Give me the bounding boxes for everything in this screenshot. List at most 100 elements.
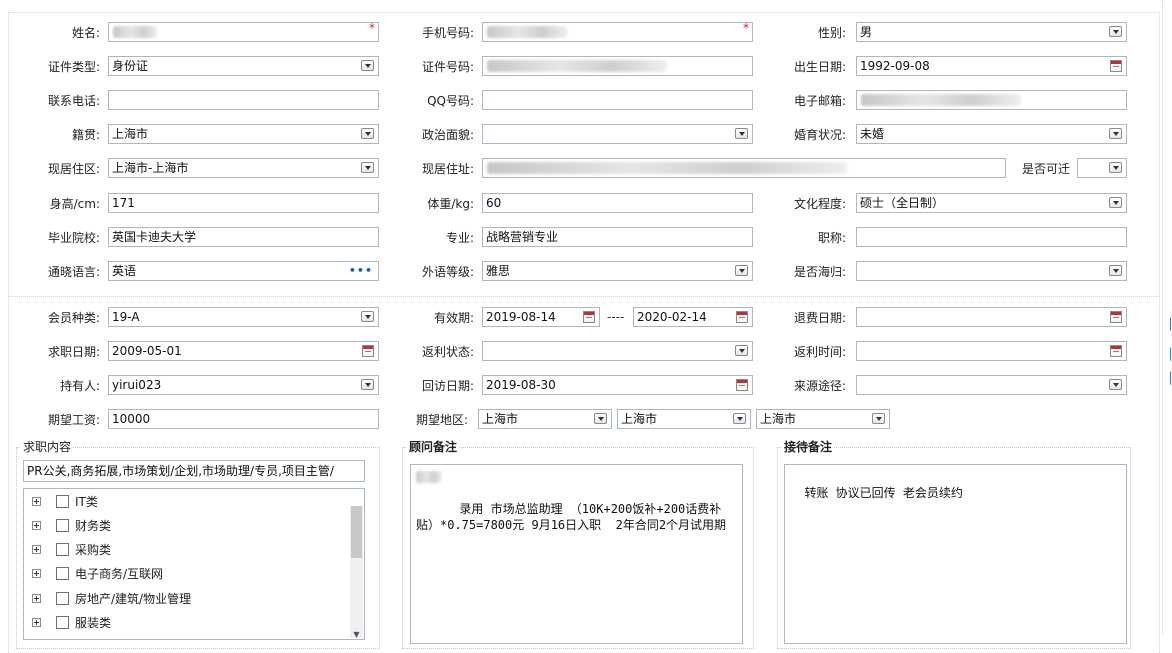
returnee-label: 是否海归: xyxy=(793,265,846,279)
dropdown-arrow-icon[interactable] xyxy=(872,413,885,424)
reception-notes-text: 转账 协议已回传 老会员续约 xyxy=(804,486,963,500)
gender-select[interactable]: 男 xyxy=(856,22,1127,42)
tree-expand-icon[interactable] xyxy=(32,521,41,530)
major-value: 战略营销专业 xyxy=(486,230,559,244)
checkbox-icon[interactable] xyxy=(56,592,69,605)
title-input[interactable] xyxy=(856,227,1127,247)
tree-node-label[interactable]: 房地产/建筑/物业管理 xyxy=(75,589,191,609)
address-input[interactable] xyxy=(482,158,1006,178)
advisor-notes-textarea[interactable]: 录用 市场总监助理 （10K+200饭补+200话费补贴）*0.75=7800元… xyxy=(410,464,743,644)
source-select[interactable] xyxy=(856,375,1127,395)
id-number-input[interactable] xyxy=(482,56,753,76)
calendar-icon[interactable] xyxy=(1110,345,1122,357)
tree-expand-icon[interactable] xyxy=(32,569,41,578)
marital-select[interactable]: 未婚 xyxy=(856,124,1127,144)
title-label: 职称: xyxy=(817,231,846,245)
tree-expand-icon[interactable] xyxy=(32,618,41,627)
scroll-down-arrow-icon[interactable]: ▼ xyxy=(350,629,363,639)
validity-start-input[interactable]: 2019-08-14 xyxy=(482,307,600,327)
right-panel-link-fragment[interactable]: │ xyxy=(1167,348,1172,361)
dropdown-arrow-icon[interactable] xyxy=(735,345,748,356)
dropdown-arrow-icon[interactable] xyxy=(1109,197,1122,208)
checkbox-icon[interactable] xyxy=(56,616,69,629)
calendar-icon[interactable] xyxy=(1110,311,1122,323)
job-content-summary-input[interactable]: PR公关,商务拓展,市场策划/企划,市场助理/专员,项目主管/ xyxy=(23,460,365,482)
calendar-icon[interactable] xyxy=(583,311,595,323)
tree-node-label[interactable]: 财务类 xyxy=(75,516,111,536)
member-type-select[interactable]: 19-A xyxy=(108,307,379,327)
refund-date-input[interactable] xyxy=(856,307,1127,327)
relocate-select[interactable] xyxy=(1077,158,1127,178)
more-dots-icon[interactable]: ••• xyxy=(349,265,373,276)
tree-node-label[interactable]: IT类 xyxy=(75,492,98,512)
rebate-status-select[interactable] xyxy=(482,341,753,361)
language-input[interactable]: 英语 ••• xyxy=(108,261,379,281)
dropdown-arrow-icon[interactable] xyxy=(735,128,748,139)
tree-expand-icon[interactable] xyxy=(32,594,41,603)
weight-input[interactable]: 60 xyxy=(482,193,753,213)
checkbox-icon[interactable] xyxy=(56,519,69,532)
tree-scrollbar[interactable] xyxy=(350,506,363,638)
checkbox-icon[interactable] xyxy=(56,543,69,556)
job-date-input[interactable]: 2009-05-01 xyxy=(108,341,379,361)
dropdown-arrow-icon[interactable] xyxy=(735,265,748,276)
id-type-select[interactable]: 身份证 xyxy=(108,56,379,76)
birth-date-input[interactable]: 1992-09-08 xyxy=(856,56,1127,76)
name-input[interactable]: * xyxy=(108,22,379,42)
calendar-icon[interactable] xyxy=(736,311,748,323)
dropdown-arrow-icon[interactable] xyxy=(1109,265,1122,276)
dropdown-arrow-icon[interactable] xyxy=(361,311,374,322)
dropdown-arrow-icon[interactable] xyxy=(361,379,374,390)
region-select-2[interactable]: 上海市 xyxy=(617,409,751,429)
tree-node-label[interactable]: 服装类 xyxy=(75,613,111,633)
school-input[interactable]: 英国卡迪夫大学 xyxy=(108,227,379,247)
holder-select[interactable]: yirui023 xyxy=(108,375,379,395)
dropdown-arrow-icon[interactable] xyxy=(361,162,374,173)
job-content-legend: 求职内容 xyxy=(21,440,74,454)
calendar-icon[interactable] xyxy=(362,345,374,357)
calendar-icon[interactable] xyxy=(736,379,748,391)
scrollbar-thumb[interactable] xyxy=(351,506,362,558)
checkbox-icon[interactable] xyxy=(56,567,69,580)
visit-date-input[interactable]: 2019-08-30 xyxy=(482,375,753,395)
major-input[interactable]: 战略营销专业 xyxy=(482,227,753,247)
reception-notes-textarea[interactable]: 转账 协议已回传 老会员续约 xyxy=(784,464,1127,644)
tree-expand-icon[interactable] xyxy=(32,545,41,554)
tree-node-label[interactable]: 采购类 xyxy=(75,540,111,560)
salary-input[interactable]: 10000 xyxy=(108,409,379,429)
tree-node-label[interactable]: 电子商务/互联网 xyxy=(75,564,163,584)
dropdown-arrow-icon[interactable] xyxy=(1109,128,1122,139)
political-select[interactable] xyxy=(482,124,753,144)
education-select[interactable]: 硕士（全日制） xyxy=(856,193,1127,213)
right-panel-link-fragment[interactable]: │ xyxy=(1167,372,1172,385)
tel-input[interactable] xyxy=(108,90,379,110)
dropdown-arrow-icon[interactable] xyxy=(1109,162,1122,173)
height-label: 身高/cm: xyxy=(49,197,100,211)
checkbox-icon[interactable] xyxy=(56,495,69,508)
validity-end-input[interactable]: 2020-02-14 xyxy=(633,307,753,327)
returnee-select[interactable] xyxy=(856,261,1127,281)
qq-input[interactable] xyxy=(482,90,753,110)
tree-expand-icon[interactable] xyxy=(32,497,41,506)
residence-area-select[interactable]: 上海市-上海市 xyxy=(108,158,379,178)
dropdown-arrow-icon[interactable] xyxy=(1109,26,1122,37)
right-panel-link-fragment[interactable]: │ xyxy=(1167,318,1172,331)
relocate-label: 是否可迁 xyxy=(1021,162,1070,176)
height-input[interactable]: 171 xyxy=(108,193,379,213)
job-category-tree[interactable]: IT类 财务类 采购类 电子商务/互联网 房地产/建筑/物业管理 服装类 ▼ xyxy=(23,488,365,640)
dropdown-arrow-icon[interactable] xyxy=(361,128,374,139)
dropdown-arrow-icon[interactable] xyxy=(594,413,607,424)
rebate-status-label: 返利状态: xyxy=(421,345,474,359)
region-select-1[interactable]: 上海市 xyxy=(478,409,612,429)
region-select-3[interactable]: 上海市 xyxy=(756,409,890,429)
language-level-select[interactable]: 雅思 xyxy=(482,261,753,281)
phone-input[interactable]: * xyxy=(482,22,753,42)
email-input[interactable] xyxy=(856,90,1127,110)
dropdown-arrow-icon[interactable] xyxy=(1109,379,1122,390)
dropdown-arrow-icon[interactable] xyxy=(733,413,746,424)
calendar-icon[interactable] xyxy=(1110,60,1122,72)
rebate-time-input[interactable] xyxy=(856,341,1127,361)
dropdown-arrow-icon[interactable] xyxy=(361,60,374,71)
native-place-select[interactable]: 上海市 xyxy=(108,124,379,144)
source-label: 来源途径: xyxy=(793,379,846,393)
